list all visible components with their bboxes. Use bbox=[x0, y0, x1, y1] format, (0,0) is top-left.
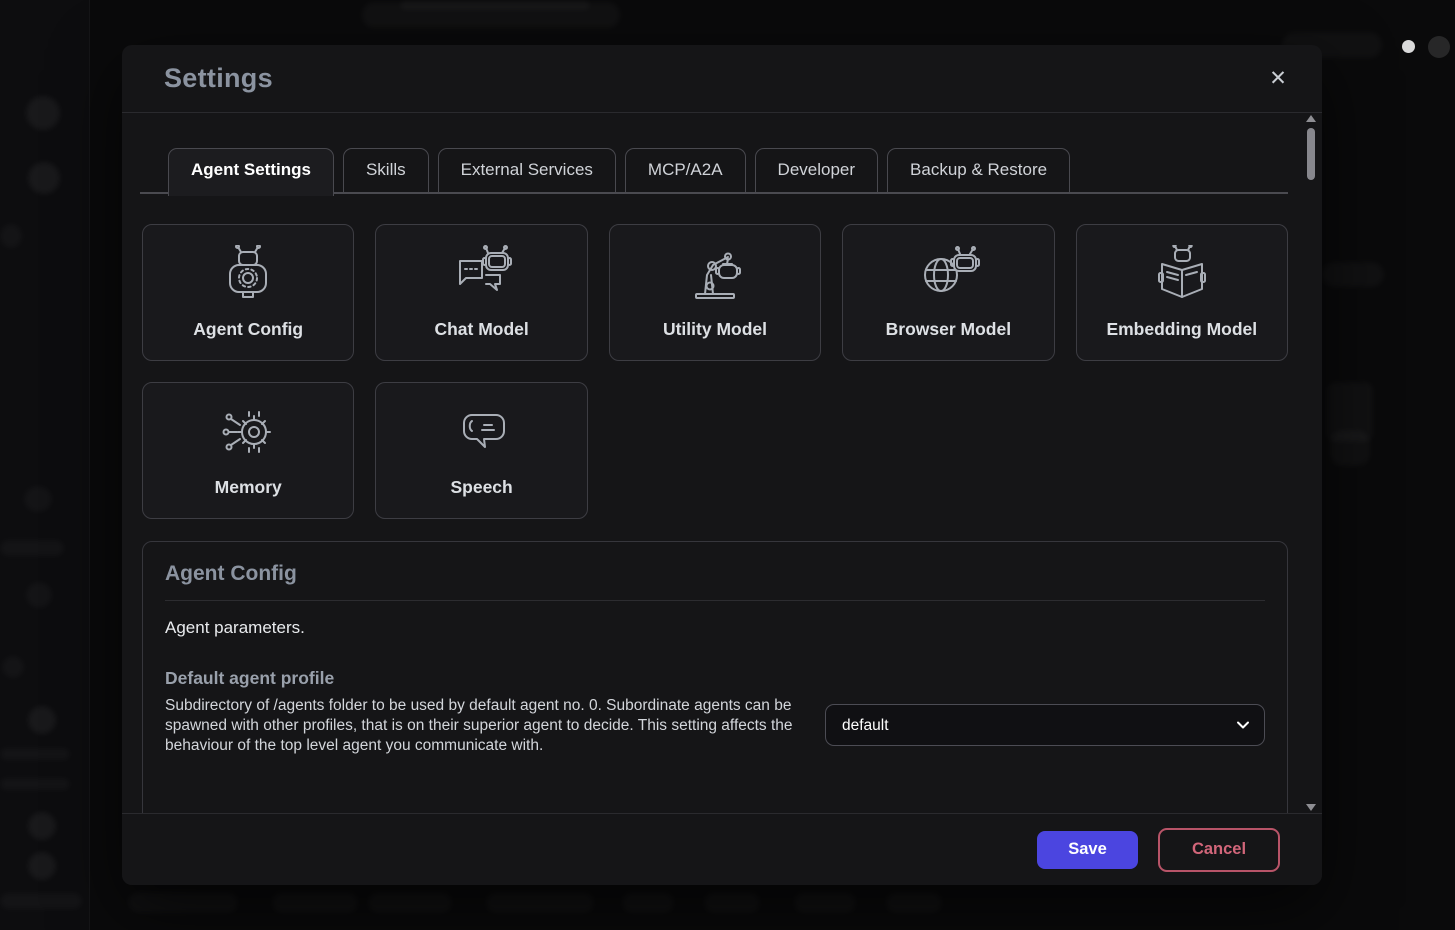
scrollbar-down-arrow-icon[interactable] bbox=[1306, 804, 1316, 811]
section-divider bbox=[165, 600, 1265, 601]
modal-footer: Save Cancel bbox=[122, 813, 1322, 885]
tab-developer[interactable]: Developer bbox=[755, 148, 879, 192]
card-browser-model[interactable]: Browser Model bbox=[842, 224, 1054, 361]
robot-config-icon bbox=[216, 245, 280, 308]
tab-agent-settings[interactable]: Agent Settings bbox=[168, 148, 334, 196]
card-utility-model[interactable]: Utility Model bbox=[609, 224, 821, 361]
chat-robot-icon bbox=[450, 245, 514, 308]
default-agent-profile-select[interactable]: default bbox=[825, 704, 1265, 746]
agent-config-section: Agent Config Agent parameters. Default a… bbox=[142, 541, 1288, 813]
background-sidebar bbox=[0, 0, 90, 930]
save-button[interactable]: Save bbox=[1037, 831, 1138, 869]
card-label: Memory bbox=[215, 477, 282, 498]
modal-title: Settings bbox=[164, 63, 1264, 94]
card-label: Chat Model bbox=[434, 319, 528, 340]
circuit-gear-icon bbox=[216, 403, 280, 466]
card-label: Utility Model bbox=[663, 319, 767, 340]
scrollbar-thumb[interactable] bbox=[1307, 128, 1315, 180]
modal-body: Agent Settings Skills External Services … bbox=[122, 114, 1322, 813]
cancel-button[interactable]: Cancel bbox=[1158, 828, 1280, 872]
settings-card-grid: Agent Config Chat Mo bbox=[142, 224, 1288, 519]
robot-arm-icon bbox=[683, 245, 747, 308]
tab-skills[interactable]: Skills bbox=[343, 148, 429, 192]
background-status-dot bbox=[1402, 40, 1415, 53]
card-memory[interactable]: Memory bbox=[142, 382, 354, 519]
settings-modal: Settings ✕ Agent Settings Skills Externa… bbox=[122, 45, 1322, 885]
tab-backup-restore[interactable]: Backup & Restore bbox=[887, 148, 1070, 192]
tab-mcp-a2a[interactable]: MCP/A2A bbox=[625, 148, 746, 192]
card-chat-model[interactable]: Chat Model bbox=[375, 224, 587, 361]
speech-bubble-icon bbox=[450, 403, 514, 466]
field-label: Default agent profile bbox=[165, 668, 813, 689]
profile-select-wrap: default bbox=[825, 704, 1265, 756]
close-icon[interactable]: ✕ bbox=[1264, 65, 1292, 93]
modal-header: Settings ✕ bbox=[122, 45, 1322, 113]
section-description: Agent parameters. bbox=[165, 618, 1265, 638]
card-label: Browser Model bbox=[886, 319, 1011, 340]
card-label: Embedding Model bbox=[1106, 319, 1257, 340]
modal-scrollbar[interactable] bbox=[1306, 115, 1316, 811]
default-agent-profile-field: Default agent profile Subdirectory of /a… bbox=[165, 668, 1265, 756]
section-title: Agent Config bbox=[165, 562, 1265, 586]
tab-external-services[interactable]: External Services bbox=[438, 148, 616, 192]
card-speech[interactable]: Speech bbox=[375, 382, 587, 519]
card-label: Speech bbox=[450, 477, 512, 498]
scrollbar-up-arrow-icon[interactable] bbox=[1306, 115, 1316, 122]
globe-robot-icon bbox=[916, 245, 980, 308]
card-label: Agent Config bbox=[193, 319, 303, 340]
card-embedding-model[interactable]: Embedding Model bbox=[1076, 224, 1288, 361]
robot-book-icon bbox=[1150, 245, 1214, 308]
field-description: Subdirectory of /agents folder to be use… bbox=[165, 696, 813, 756]
card-agent-config[interactable]: Agent Config bbox=[142, 224, 354, 361]
settings-tab-bar: Agent Settings Skills External Services … bbox=[140, 148, 1288, 194]
